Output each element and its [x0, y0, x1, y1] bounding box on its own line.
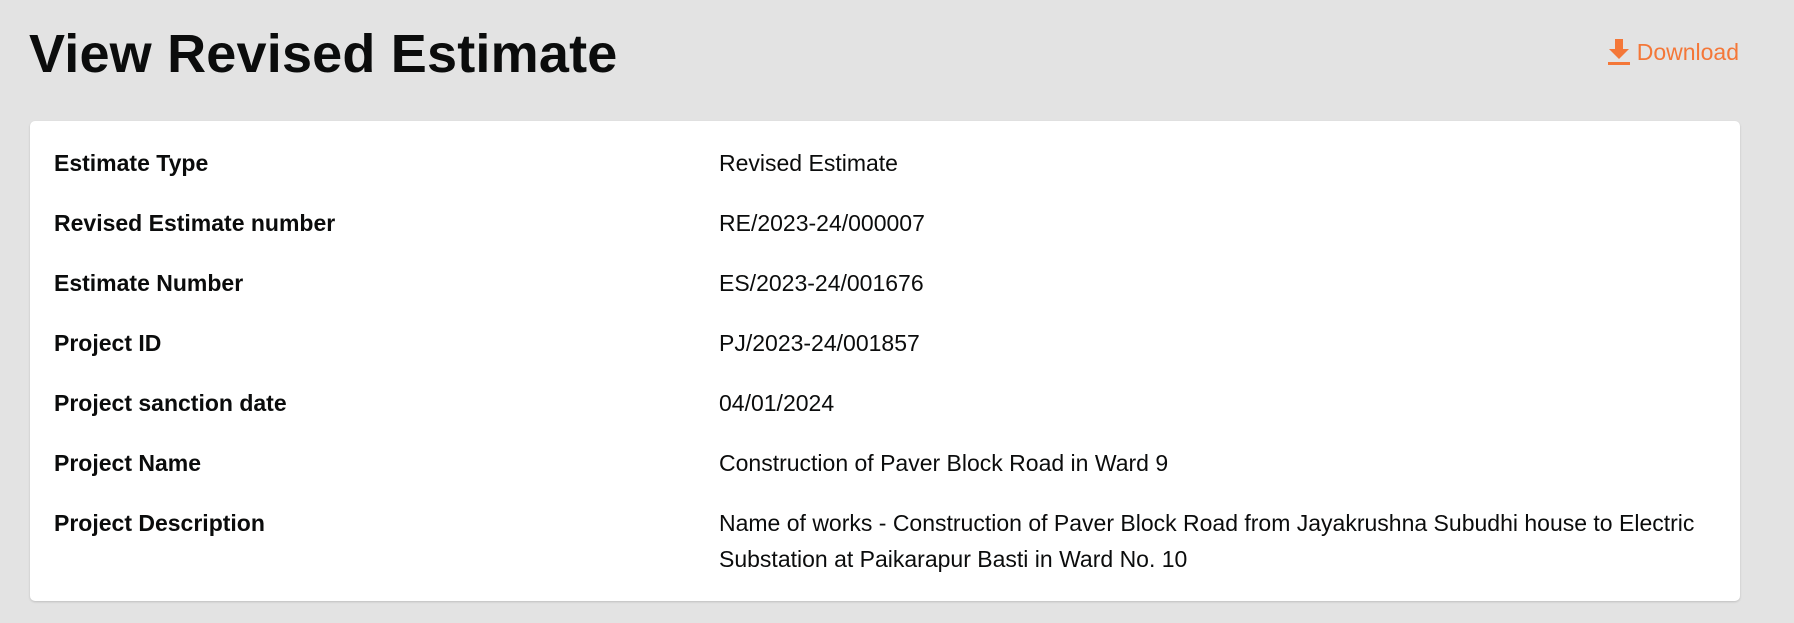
detail-row-project-id: Project ID PJ/2023-24/001857 — [54, 325, 1716, 385]
detail-label: Project Name — [54, 450, 202, 476]
detail-label: Estimate Number — [54, 270, 244, 296]
detail-row-project-name: Project Name Construction of Paver Block… — [54, 445, 1716, 505]
detail-row-revised-estimate-number: Revised Estimate number RE/2023-24/00000… — [54, 205, 1716, 265]
detail-value: Revised Estimate — [719, 150, 898, 176]
detail-label: Revised Estimate number — [54, 210, 336, 236]
detail-row-project-sanction-date: Project sanction date 04/01/2024 — [54, 385, 1716, 445]
detail-label: Estimate Type — [54, 150, 209, 176]
detail-value: PJ/2023-24/001857 — [719, 330, 920, 356]
detail-value: Construction of Paver Block Road in Ward… — [719, 450, 1169, 476]
detail-row-estimate-number: Estimate Number ES/2023-24/001676 — [54, 265, 1716, 325]
detail-row-project-description: Project Description Name of works - Cons… — [54, 505, 1716, 577]
detail-label: Project sanction date — [54, 390, 287, 416]
detail-label: Project Description — [54, 510, 265, 536]
detail-row-estimate-type: Estimate Type Revised Estimate — [54, 145, 1716, 205]
download-button[interactable]: Download — [1607, 38, 1739, 66]
estimate-details-card: Estimate Type Revised Estimate Revised E… — [30, 121, 1740, 601]
page-title: View Revised Estimate — [29, 24, 618, 84]
download-label: Download — [1636, 38, 1739, 65]
detail-value: RE/2023-24/000007 — [719, 210, 925, 236]
detail-value: 04/01/2024 — [719, 390, 835, 416]
download-icon — [1607, 38, 1631, 66]
detail-value: Name of works - Construction of Paver Bl… — [719, 510, 1695, 572]
page-header: View Revised Estimate Download — [29, 18, 1740, 90]
detail-label: Project ID — [54, 330, 162, 356]
detail-value: ES/2023-24/001676 — [719, 270, 924, 296]
